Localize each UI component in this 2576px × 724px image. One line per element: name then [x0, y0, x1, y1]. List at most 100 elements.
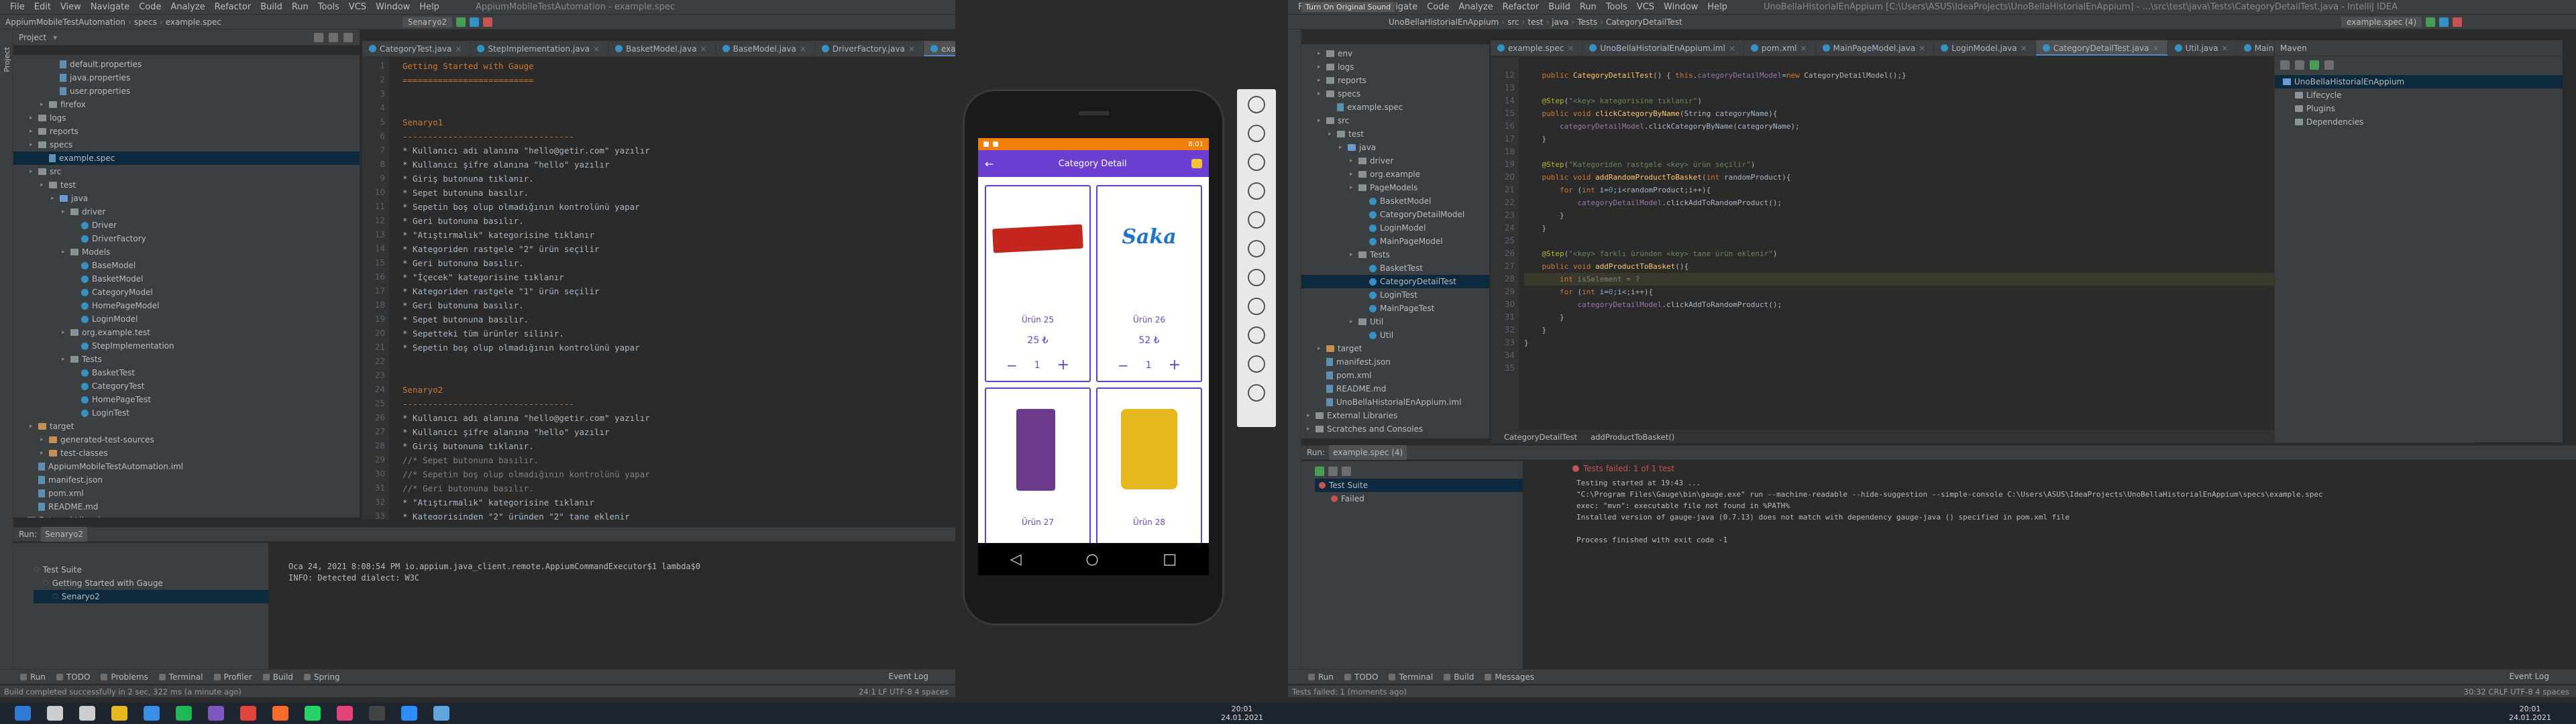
menu-run[interactable]: Run	[1575, 2, 1601, 12]
tree-item[interactable]: ▸ Scratches and Consoles	[1301, 422, 1489, 436]
run-icon[interactable]	[455, 17, 466, 27]
expand-arrow-icon[interactable]: ▸	[1318, 114, 1323, 127]
code-line[interactable]: * Kullanıcı adı alanına "hello@getir.com…	[402, 411, 955, 425]
expand-arrow-icon[interactable]: ▸	[1318, 47, 1323, 60]
tree-item[interactable]: ▸ firefox	[13, 98, 360, 111]
tree-item[interactable]: ▸ Tests	[13, 353, 360, 366]
power-icon[interactable]	[1248, 96, 1265, 113]
sound-banner[interactable]: Turn On Original Sound	[1301, 2, 1395, 12]
expand-arrow-icon[interactable]: ▸	[40, 446, 46, 460]
menu-run[interactable]: Run	[287, 2, 313, 12]
close-icon[interactable]: ×	[908, 44, 915, 56]
expand-arrow-icon[interactable]: ▸	[30, 165, 35, 178]
editor-tab[interactable]: BasketModel.java ×	[608, 41, 716, 56]
taskbar-clock-left[interactable]: 20:01 24.01.2021	[1221, 705, 1263, 722]
code-line[interactable]: * Geri butonuna basılır.	[402, 256, 955, 270]
run-tree-item[interactable]: ◌ Getting Started with Gauge	[34, 577, 268, 590]
expand-arrow-icon[interactable]: ▸	[1339, 141, 1344, 154]
run-tree-failed[interactable]: Failed	[1341, 492, 1364, 505]
editor-tab[interactable]: pom.xml ×	[1744, 40, 1816, 56]
nav-recents-icon[interactable]: □	[1163, 551, 1177, 568]
code-line[interactable]: * "İçecek" kategorisine tıklanır	[402, 270, 955, 284]
run-tree-suite[interactable]: Test Suite	[1329, 479, 1368, 492]
expand-arrow-icon[interactable]: ▸	[62, 353, 67, 366]
code-line[interactable]: * "Atıştırmalık" kategorisine tıklanır	[402, 495, 955, 509]
menu-tools[interactable]: Tools	[1601, 2, 1632, 12]
tree-item[interactable]: CategoryDetailModel	[1301, 208, 1489, 221]
expand-arrow-icon[interactable]: ▸	[30, 111, 35, 125]
project-panel-title[interactable]: Project	[19, 33, 46, 42]
menu-edit[interactable]: Edit	[30, 2, 56, 12]
code-line[interactable]	[402, 101, 955, 115]
debug-icon[interactable]	[469, 17, 479, 27]
tree-item[interactable]: ▸ Util	[1301, 315, 1489, 328]
close-icon[interactable]: ×	[1919, 44, 1925, 56]
tree-item[interactable]: ▸ generated-test-sources	[13, 433, 360, 446]
explorer-icon[interactable]	[111, 706, 127, 721]
code-line[interactable]: * Sepetin boş olup olmadığının kontrolün…	[402, 200, 955, 214]
expand-arrow-icon[interactable]: ▸	[1350, 315, 1355, 328]
tree-item[interactable]: ▸ org.example.test	[13, 326, 360, 339]
tree-item[interactable]: ▸ External Libraries	[1301, 409, 1489, 422]
tree-item[interactable]: ▸ java	[13, 192, 360, 205]
expand-arrow-icon[interactable]: ▸	[40, 98, 46, 111]
plus-icon[interactable]: +	[1169, 357, 1181, 373]
intellij-icon[interactable]	[337, 706, 353, 721]
rerun-icon[interactable]	[1315, 467, 1324, 476]
tool-tab[interactable]: Messages	[1485, 672, 1534, 682]
maven-project[interactable]: UnoBellaHistorialEnAppium	[2294, 75, 2404, 88]
stop-icon[interactable]	[482, 17, 492, 27]
menu-refactor[interactable]: Refactor	[1498, 2, 1544, 12]
expand-arrow-icon[interactable]: ▸	[1318, 87, 1323, 101]
zoom-icon[interactable]	[401, 706, 417, 721]
run-icon[interactable]	[2426, 17, 2436, 27]
windows-start-icon[interactable]	[15, 706, 31, 721]
tool-tab[interactable]: Profiler	[213, 672, 252, 682]
editor-tab[interactable]: CategoryDetailTest.java ×	[2035, 40, 2168, 56]
tree-item[interactable]: pom.xml	[1301, 369, 1489, 382]
tool-tab[interactable]: TODO	[1344, 672, 1378, 682]
expand-arrow-icon[interactable]: ▸	[62, 205, 67, 219]
code-line[interactable]: * Giriş butonuna tıklanır.	[402, 439, 955, 453]
left-event-log[interactable]: Event Log	[888, 672, 928, 681]
code-line[interactable]: * Geri butonuna basılır.	[402, 298, 955, 312]
home-icon[interactable]	[1248, 326, 1265, 344]
product-card[interactable]: Saka Ürün 26 52 ₺ − 1 +	[1096, 185, 1202, 382]
editor-tab[interactable]: UnoBellaHistorialEnAppium.iml ×	[1582, 40, 1744, 56]
filter-icon[interactable]	[1328, 467, 1338, 476]
menu-window[interactable]: Window	[371, 2, 415, 12]
basket-icon[interactable]	[1191, 159, 1202, 168]
menu-vcs[interactable]: VCS	[344, 2, 371, 12]
spotify-icon[interactable]	[176, 706, 192, 721]
volume-down-icon[interactable]	[1248, 154, 1265, 171]
back-icon[interactable]	[1248, 298, 1265, 315]
code-line[interactable]: //* Sepetin boş olup olmadığının kontrol…	[402, 467, 955, 481]
maven-lifecycle[interactable]: Lifecycle	[2306, 88, 2342, 102]
editor-tab[interactable]: MainPageModel.java ×	[1816, 40, 1935, 56]
editor-tab[interactable]: LoginModel.java ×	[1934, 40, 2036, 56]
tree-item[interactable]: BasketModel	[13, 272, 360, 286]
tree-item[interactable]: ▸ Models	[13, 245, 360, 259]
breadcrumb-item[interactable]: Tests	[1577, 17, 1597, 27]
tree-item[interactable]: ▸ Tests	[1301, 248, 1489, 261]
overview-icon[interactable]	[1248, 355, 1265, 373]
notepad-icon[interactable]	[433, 706, 449, 721]
menu-file[interactable]: File	[5, 2, 30, 12]
tree-item[interactable]: ▸ test	[1301, 127, 1489, 141]
code-line[interactable]: Senaryo2	[402, 383, 955, 397]
tree-item[interactable]: Util	[1301, 328, 1489, 342]
menu-view[interactable]: View	[56, 2, 86, 12]
volume-up-icon[interactable]	[1248, 125, 1265, 142]
close-icon[interactable]: ×	[800, 44, 806, 56]
tree-item[interactable]: MainPageTest	[1301, 302, 1489, 315]
code-line[interactable]: * Kategoriden rastgele "2" ürün seçilir	[402, 242, 955, 256]
editor-tab[interactable]: example.spec×	[923, 41, 955, 56]
run-config-tab[interactable]: example.spec (4)	[1329, 445, 1407, 460]
minus-icon[interactable]: −	[1006, 357, 1018, 373]
tree-item[interactable]: manifest.json	[13, 473, 360, 487]
breadcrumb-item[interactable]: test	[1527, 17, 1543, 27]
tree-item[interactable]: ▸ test	[13, 178, 360, 192]
tree-item[interactable]: ▸ logs	[1301, 60, 1489, 74]
tree-item[interactable]: ▸ driver	[13, 205, 360, 219]
gear-icon[interactable]	[343, 32, 353, 42]
